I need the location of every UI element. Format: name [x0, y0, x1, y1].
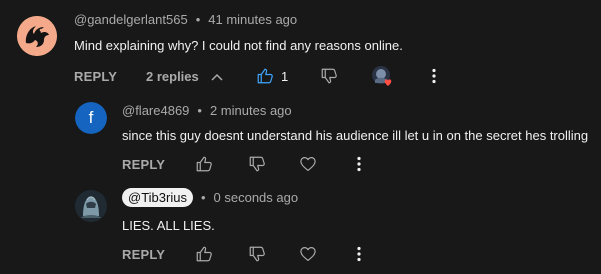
avatar[interactable]: f — [75, 102, 107, 134]
reply-button[interactable]: REPLY — [122, 247, 165, 262]
comment-author[interactable]: @flare4869 — [122, 103, 189, 118]
avatar-letter: f — [75, 102, 107, 134]
more-actions-button[interactable] — [350, 245, 368, 263]
more-actions-button[interactable] — [425, 67, 443, 85]
thumb-down-icon — [249, 246, 265, 262]
heart-outline-icon — [300, 247, 316, 261]
like-button[interactable] — [256, 67, 274, 85]
dislike-button[interactable] — [320, 67, 338, 85]
comment-text: LIES. ALL LIES. — [122, 218, 215, 233]
heart-outline-icon — [300, 157, 316, 171]
comment-author-creator-badge[interactable]: @Tib3rius — [122, 188, 193, 207]
comment-header: @gandelgerlant565 • 41 minutes ago — [74, 12, 297, 27]
comment-timestamp[interactable]: 2 minutes ago — [210, 103, 292, 118]
replies-count-label: 2 replies — [146, 69, 199, 84]
comment-author[interactable]: @gandelgerlant565 — [74, 12, 188, 27]
more-vert-icon — [357, 156, 361, 172]
dislike-button[interactable] — [248, 245, 266, 263]
heart-button[interactable] — [299, 155, 317, 173]
avatar[interactable] — [17, 16, 57, 56]
heart-button[interactable] — [299, 245, 317, 263]
chevron-up-icon — [211, 73, 223, 81]
hide-replies-button[interactable]: 2 replies — [146, 69, 223, 84]
comment-text: since this guy doesnt understand his aud… — [122, 128, 589, 143]
separator-dot: • — [197, 103, 202, 118]
like-button[interactable] — [195, 155, 213, 173]
comment-timestamp[interactable]: 0 seconds ago — [214, 190, 299, 205]
thumb-down-icon — [321, 68, 337, 84]
avatar[interactable] — [75, 190, 107, 222]
thumb-up-icon — [196, 156, 212, 172]
comment-timestamp[interactable]: 41 minutes ago — [208, 12, 297, 27]
separator-dot: • — [200, 190, 206, 205]
thumb-up-icon — [196, 246, 212, 262]
helmet-avatar-icon — [75, 190, 107, 222]
like-count: 1 — [281, 69, 289, 84]
more-vert-icon — [432, 68, 436, 84]
thumb-up-icon — [257, 68, 273, 84]
more-vert-icon — [357, 246, 361, 262]
reply-button[interactable]: REPLY — [74, 69, 117, 84]
comment-header: @Tib3rius • 0 seconds ago — [122, 188, 298, 207]
dragon-logo-icon — [17, 16, 57, 56]
comment-header: @flare4869 • 2 minutes ago — [122, 103, 292, 118]
comment-text: Mind explaining why? I could not find an… — [74, 38, 403, 53]
separator-dot: • — [195, 12, 201, 27]
reply-button[interactable]: REPLY — [122, 157, 165, 172]
more-actions-button[interactable] — [350, 155, 368, 173]
like-button[interactable] — [195, 245, 213, 263]
creator-heart-icon — [372, 66, 392, 86]
creator-heart-badge[interactable] — [371, 65, 395, 89]
thumb-down-icon — [249, 156, 265, 172]
dislike-button[interactable] — [248, 155, 266, 173]
